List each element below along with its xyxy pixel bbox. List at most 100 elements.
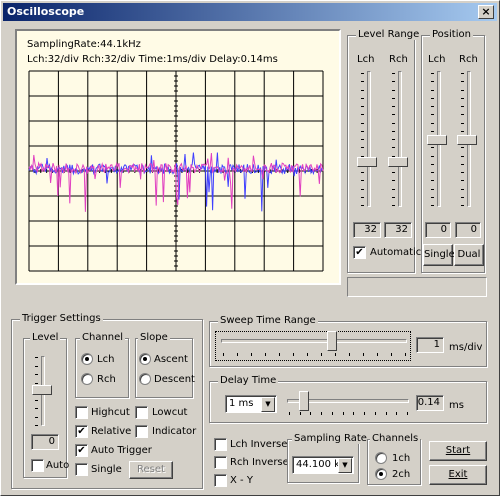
close-icon: × xyxy=(481,5,491,18)
xy-checkbox[interactable] xyxy=(214,474,227,487)
delay-range-dropdown[interactable]: 1 ms ▼ xyxy=(225,395,277,413)
slider-tick xyxy=(431,205,434,206)
auto-trigger-label: Auto Trigger xyxy=(91,445,152,456)
start-button[interactable]: Start xyxy=(429,441,487,461)
slider-tick xyxy=(349,353,350,356)
slider-tick xyxy=(361,188,364,190)
automatic-checkbox[interactable]: ✔ xyxy=(353,246,366,259)
trigger-single-checkbox[interactable] xyxy=(75,463,88,476)
indicator-checkbox[interactable] xyxy=(135,425,148,438)
slider-tick xyxy=(392,172,395,173)
oscilloscope-window: Oscilloscope × SamplingRate:44.1kHz Lch:… xyxy=(0,0,500,496)
trigger-settings-title: Trigger Settings xyxy=(20,313,103,324)
slider-tick xyxy=(35,425,38,426)
title-bar[interactable]: Oscilloscope × xyxy=(3,3,497,21)
sweep-track[interactable] xyxy=(221,339,407,343)
reset-button[interactable]: Reset xyxy=(129,461,173,479)
slider-tick xyxy=(35,399,38,401)
slider-tick xyxy=(461,155,464,157)
trigger-auto-checkbox[interactable] xyxy=(31,459,44,472)
level-range-lch-value: 32 xyxy=(353,222,381,238)
slider-tick xyxy=(431,73,434,74)
trigger-level-title: Level xyxy=(30,332,61,343)
delay-unit: ms xyxy=(449,400,464,411)
trigger-slope-group: Slope xyxy=(135,332,193,398)
indicator-label: Indicator xyxy=(152,426,197,437)
trigger-auto-label: Auto xyxy=(46,460,70,471)
slider-tick xyxy=(223,353,224,356)
level-range-lch-slider-thumb[interactable] xyxy=(357,157,377,167)
slider-tick xyxy=(392,81,395,83)
channels-1ch-radio[interactable] xyxy=(375,452,387,464)
sampling-rate-dropdown[interactable]: 44.100 kH ▼ xyxy=(292,456,354,474)
slider-tick xyxy=(361,89,364,91)
close-button[interactable]: × xyxy=(478,5,494,19)
slope-ascent-radio[interactable] xyxy=(139,353,151,365)
relative-label: Relative xyxy=(91,426,132,437)
sweep-time-range-title: Sweep Time Range xyxy=(218,315,318,326)
dual-button[interactable]: Dual xyxy=(454,244,484,266)
rch-inverse-checkbox[interactable] xyxy=(214,456,227,469)
level-range-rch-track[interactable] xyxy=(398,71,402,207)
slider-tick xyxy=(299,412,301,415)
slider-tick xyxy=(461,97,464,99)
trigger-level-slider-thumb[interactable] xyxy=(32,385,52,395)
slider-tick xyxy=(35,365,38,367)
sampling-rate-title: Sampling Rate xyxy=(292,433,369,444)
chevron-down-icon[interactable]: ▼ xyxy=(261,397,275,412)
position-lch-label: Lch xyxy=(428,54,446,65)
highcut-label: Highcut xyxy=(91,407,130,418)
slider-tick xyxy=(431,196,434,198)
single-button[interactable]: Single xyxy=(423,244,455,266)
channels-2ch-radio[interactable] xyxy=(375,468,387,480)
slider-tick xyxy=(361,147,364,149)
slider-tick xyxy=(35,382,38,384)
slider-tick xyxy=(361,205,364,206)
auto-trigger-checkbox[interactable]: ✔ xyxy=(75,444,88,457)
checkmark-icon: ✔ xyxy=(77,445,86,456)
slider-tick xyxy=(431,147,434,149)
lch-inverse-label: Lch Inverse xyxy=(230,439,288,450)
level-range-lch-track[interactable] xyxy=(367,71,371,207)
slider-tick xyxy=(392,139,395,140)
lch-inverse-checkbox[interactable] xyxy=(214,438,227,451)
level-range-rch-value: 32 xyxy=(384,222,412,238)
slider-tick xyxy=(392,147,395,149)
slider-tick xyxy=(289,412,290,415)
slider-tick xyxy=(392,196,395,198)
slider-tick xyxy=(431,172,434,173)
slider-tick xyxy=(361,180,364,182)
slider-tick xyxy=(35,374,38,375)
channels-2ch-label: 2ch xyxy=(392,469,411,480)
channels-1ch-label: 1ch xyxy=(392,453,411,464)
trigger-rch-radio[interactable] xyxy=(81,373,93,385)
slider-tick xyxy=(431,180,434,182)
slider-tick xyxy=(361,114,364,116)
slider-tick xyxy=(461,205,464,206)
slider-tick xyxy=(431,188,434,190)
slider-tick xyxy=(405,353,406,356)
position-lch-slider-thumb[interactable] xyxy=(427,135,447,145)
slider-tick xyxy=(392,114,395,116)
slider-tick xyxy=(342,412,344,415)
exit-button[interactable]: Exit xyxy=(429,465,487,485)
trigger-lch-label: Lch xyxy=(97,354,115,365)
xy-label: X - Y xyxy=(230,475,253,486)
slider-tick xyxy=(396,412,398,415)
highcut-checkbox[interactable] xyxy=(75,406,88,419)
slider-tick xyxy=(35,408,38,409)
chevron-down-icon[interactable]: ▼ xyxy=(338,458,352,473)
slider-tick xyxy=(321,353,322,356)
relative-checkbox[interactable]: ✔ xyxy=(75,425,88,438)
slider-tick xyxy=(392,73,395,74)
sweep-slider-thumb[interactable] xyxy=(327,331,337,351)
slider-tick xyxy=(392,97,395,99)
trigger-lch-radio[interactable] xyxy=(81,353,93,365)
level-range-rch-slider-thumb[interactable] xyxy=(388,157,408,167)
position-rch-slider-thumb[interactable] xyxy=(457,135,477,145)
scope-display: SamplingRate:44.1kHz Lch:32/div Rch:32/d… xyxy=(15,29,341,285)
slope-descent-radio[interactable] xyxy=(139,373,151,385)
lowcut-checkbox[interactable] xyxy=(135,406,148,419)
slider-tick xyxy=(279,353,280,356)
delay-slider-thumb[interactable] xyxy=(299,391,309,411)
